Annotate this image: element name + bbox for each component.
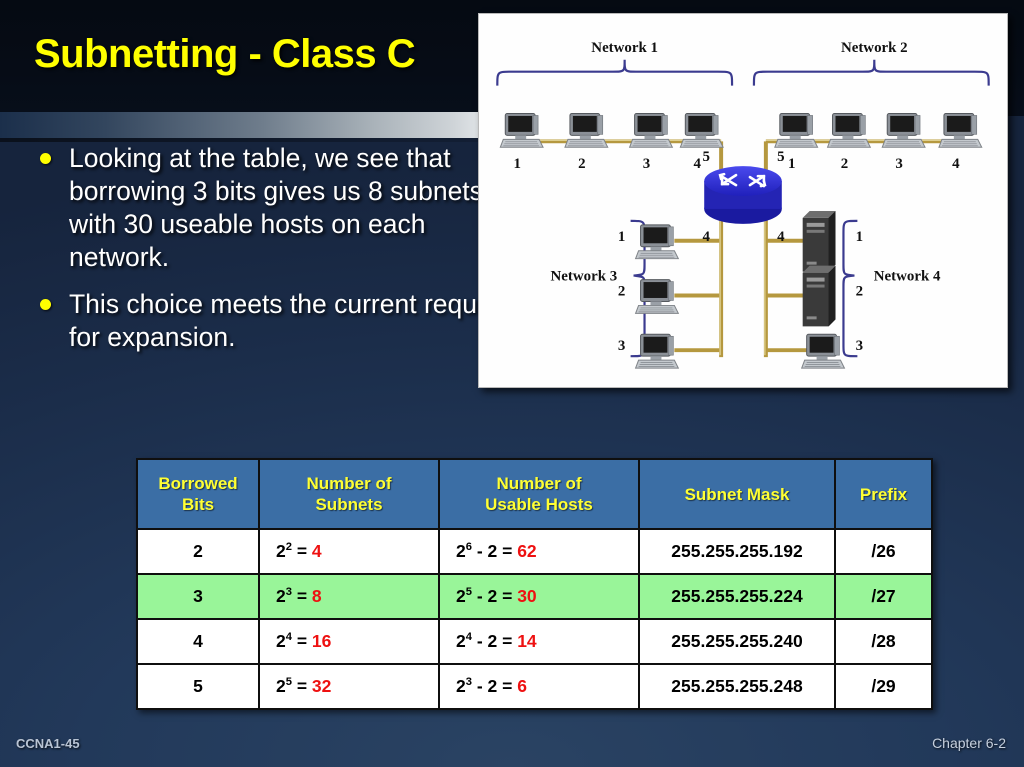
cell-borrowed-bits: 4 — [136, 618, 260, 665]
cell-number-of-subnets: 22 = 4 — [258, 528, 440, 575]
router-port-4-right: 4 — [777, 229, 785, 245]
cell-prefix: /27 — [834, 573, 933, 620]
title-divider — [0, 112, 478, 138]
cell-prefix: /26 — [834, 528, 933, 575]
table-row: 5 25 = 32 23 - 2 = 6 255.255.255.248/29 — [136, 663, 933, 710]
cell-subnet-mask: 255.255.255.192 — [638, 528, 836, 575]
svg-text:3: 3 — [643, 156, 650, 172]
header-line-1: Subnet Mask — [684, 484, 790, 504]
cell-prefix: /29 — [834, 663, 933, 710]
header-line-1: Number of — [496, 474, 582, 493]
column-header-subnet-mask: Subnet Mask — [638, 458, 836, 530]
column-header-number-of-subnets: Number of Subnets — [258, 458, 440, 530]
bullet-list: Looking at the table, we see that borrow… — [24, 142, 782, 368]
svg-text:2: 2 — [618, 283, 625, 299]
cell-borrowed-bits: 2 — [136, 528, 260, 575]
svg-text:1: 1 — [513, 156, 520, 172]
svg-text:4: 4 — [952, 156, 960, 172]
slide: Subnetting - Class C Looking at the tabl… — [0, 0, 1024, 767]
footer-left-label: CCNA1-45 — [16, 736, 80, 751]
list-item: Looking at the table, we see that borrow… — [24, 142, 494, 274]
cell-number-of-usable-hosts: 26 - 2 = 62 — [438, 528, 640, 575]
table-body: 2 22 = 4 26 - 2 = 62 255.255.255.192/26 3 23 … — [136, 528, 933, 710]
header-line-2: Usable Hosts — [485, 495, 593, 514]
column-header-number-of-usable-hosts: Number of Usable Hosts — [438, 458, 640, 530]
cell-subnet-mask: 255.255.255.240 — [638, 618, 836, 665]
svg-text:3: 3 — [895, 156, 902, 172]
svg-text:3: 3 — [618, 338, 625, 354]
cell-number-of-subnets: 24 = 16 — [258, 618, 440, 665]
cell-number-of-subnets: 25 = 32 — [258, 663, 440, 710]
router-port-5-left: 5 — [702, 149, 709, 165]
cell-subnet-mask: 255.255.255.224 — [638, 573, 836, 620]
svg-text:4: 4 — [694, 156, 702, 172]
cell-subnet-mask: 255.255.255.248 — [638, 663, 836, 710]
cell-number-of-usable-hosts: 25 - 2 = 30 — [438, 573, 640, 620]
svg-text:1: 1 — [856, 229, 863, 245]
table-row: 2 22 = 4 26 - 2 = 62 255.255.255.192/26 — [136, 528, 933, 575]
column-header-prefix: Prefix — [834, 458, 933, 530]
network-4-label: Network 4 — [874, 269, 941, 285]
footer-right-label: Chapter 6-2 — [932, 735, 1006, 751]
cell-prefix: /28 — [834, 618, 933, 665]
table-header-row: Borrowed Bits Number of Subnets Number of U… — [136, 458, 933, 530]
header-line-1: Borrowed — [158, 474, 238, 493]
cell-number-of-usable-hosts: 23 - 2 = 6 — [438, 663, 640, 710]
svg-text:2: 2 — [841, 156, 848, 172]
network-2-label: Network 2 — [841, 40, 908, 56]
cell-number-of-subnets: 23 = 8 — [258, 573, 440, 620]
table-row: 4 24 = 16 24 - 2 = 14 255.255.255.240/28 — [136, 618, 933, 665]
bullet-dot-icon — [40, 299, 51, 310]
cell-borrowed-bits: 5 — [136, 663, 260, 710]
router-port-4-left: 4 — [702, 229, 710, 245]
header-line-1: Number of — [306, 474, 392, 493]
bullet-text: Looking at the table, we see that borrow… — [69, 143, 483, 272]
header-line-1: Prefix — [859, 484, 908, 504]
svg-text:2: 2 — [856, 283, 863, 299]
subnet-reference-table: Borrowed Bits Number of Subnets Number of U… — [136, 458, 933, 710]
table-row: 3 23 = 8 25 - 2 = 30 255.255.255.224/27 — [136, 573, 933, 620]
svg-text:1: 1 — [788, 156, 795, 172]
cell-borrowed-bits: 3 — [136, 573, 260, 620]
page-title: Subnetting - Class C — [34, 32, 416, 76]
cell-number-of-usable-hosts: 24 - 2 = 14 — [438, 618, 640, 665]
header-line-2: Subnets — [315, 495, 383, 514]
svg-text:3: 3 — [856, 338, 863, 354]
network-1-label: Network 1 — [591, 40, 658, 56]
svg-text:1: 1 — [618, 229, 625, 245]
bullet-dot-icon — [40, 153, 51, 164]
header-line-2: Bits — [181, 495, 215, 514]
router-port-5-right: 5 — [777, 149, 784, 165]
network-diagram-image: Network 1 1 2 3 4 Network 2 1 2 3 4 5 5 … — [478, 13, 1008, 388]
router-icon — [704, 166, 782, 224]
svg-text:2: 2 — [578, 156, 585, 172]
network-3-label: Network 3 — [551, 269, 618, 285]
column-header-borrowed-bits: Borrowed Bits — [136, 458, 260, 530]
